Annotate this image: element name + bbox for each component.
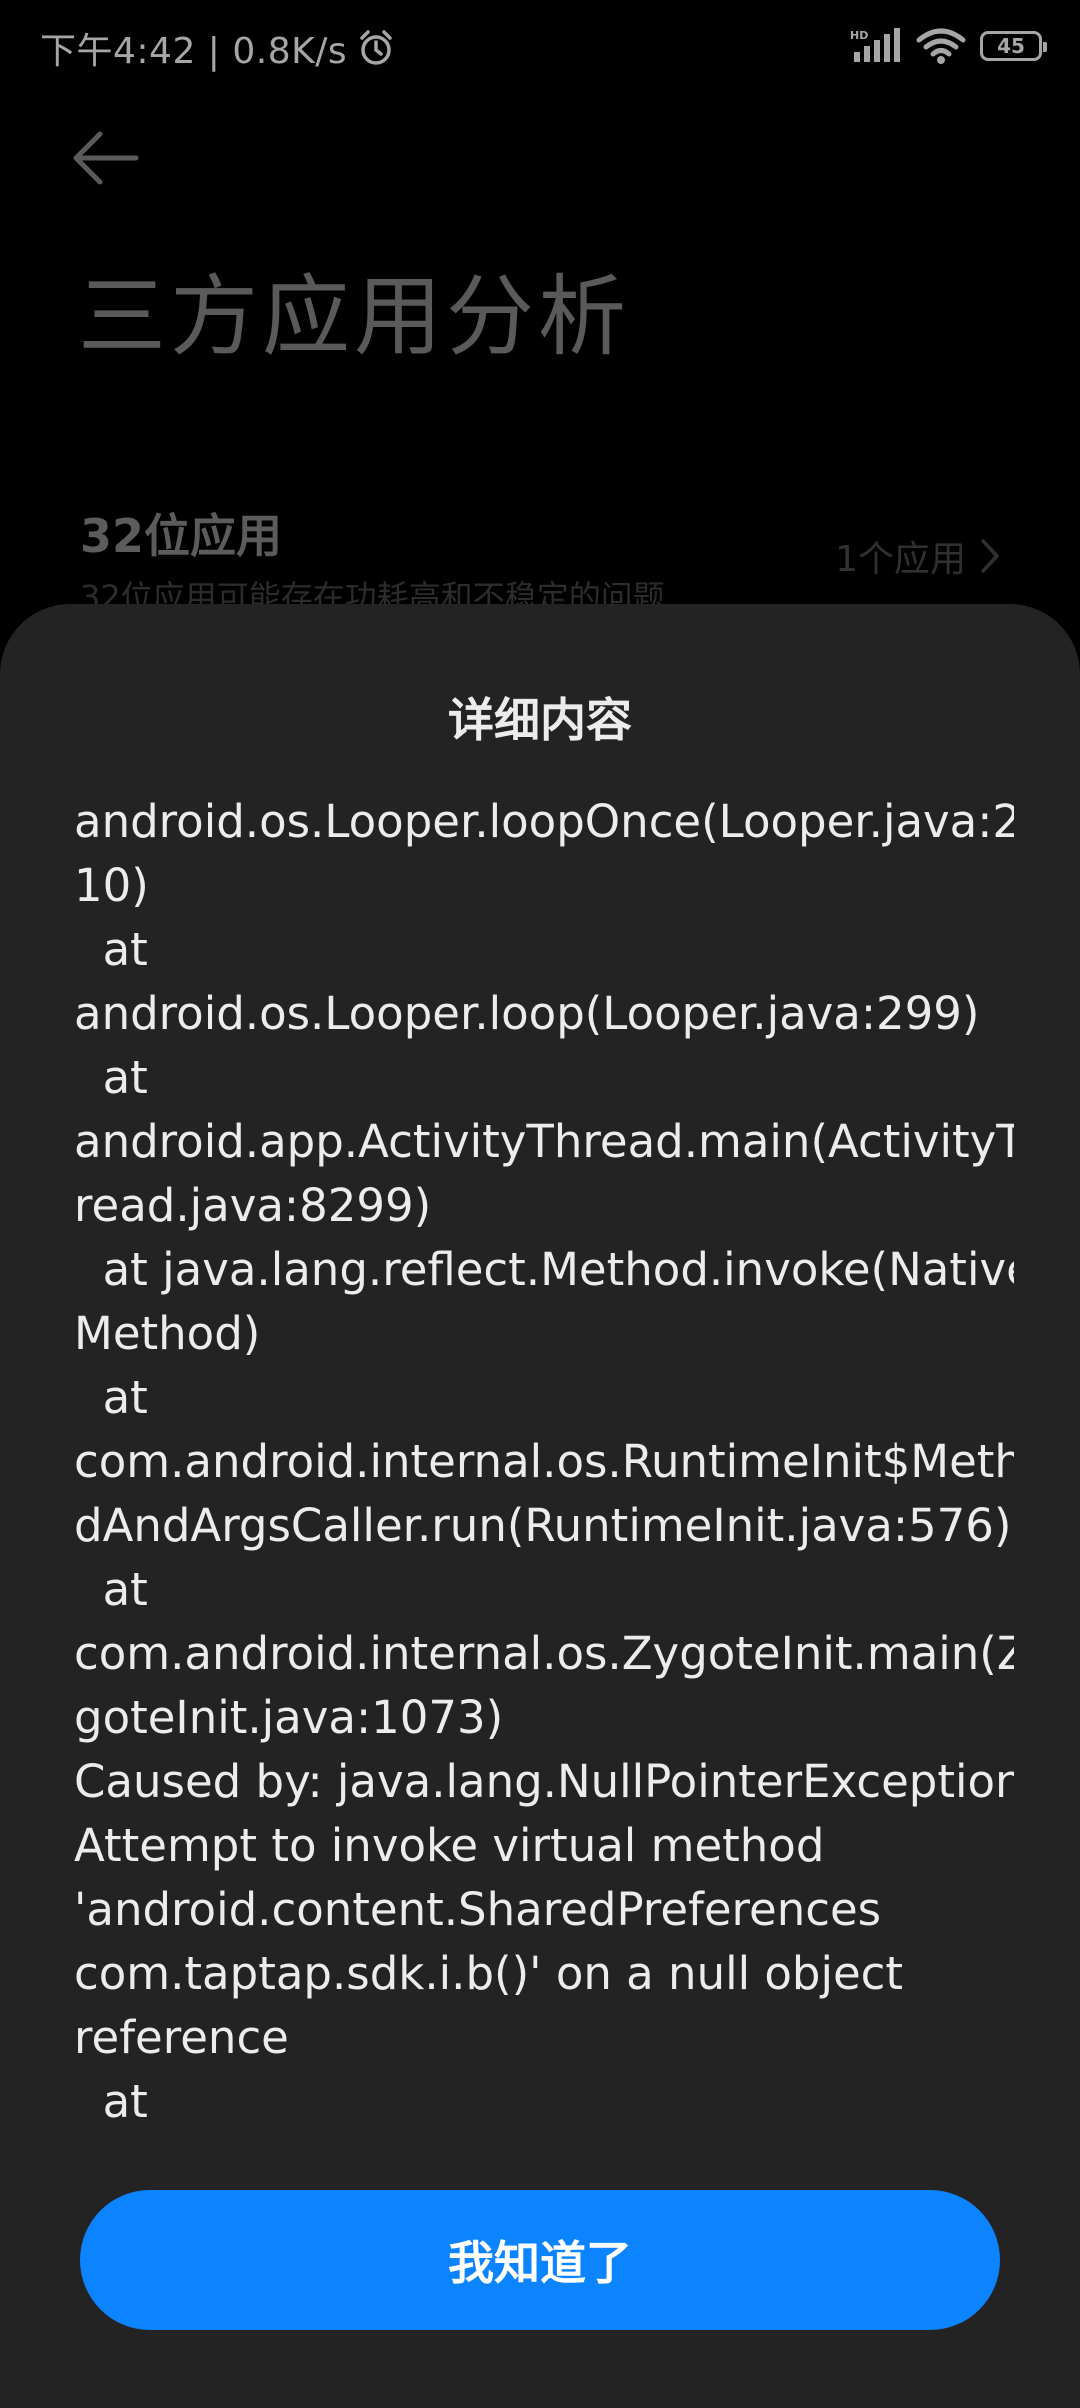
dialog-title: 详细内容: [448, 693, 632, 747]
log-line: android.os.Looper.loopOnce(Looper.java:2: [74, 795, 1014, 848]
log-line: goteInit.java:1073): [74, 1691, 504, 1744]
log-line: Attempt to invoke virtual method: [74, 1819, 825, 1872]
log-line: at: [74, 2075, 148, 2128]
log-line: at: [74, 923, 148, 976]
confirm-button[interactable]: 我知道了: [80, 2190, 1000, 2330]
dialog-log-content[interactable]: android.os.Looper.loopOnce(Looper.java:2…: [74, 790, 1014, 2130]
log-line: android.app.ActivityThread.main(Activity…: [74, 1115, 1014, 1168]
log-line: com.android.internal.os.RuntimeInit$Meth…: [74, 1435, 1014, 1488]
log-line: Method): [74, 1307, 261, 1360]
log-line: read.java:8299): [74, 1179, 432, 1232]
log-line: at: [74, 1051, 148, 1104]
log-line: at: [74, 1563, 148, 1616]
log-line: android.os.Looper.loop(Looper.java:299): [74, 987, 980, 1040]
log-line: reference: [74, 2011, 289, 2064]
log-line: at java.lang.reflect.Method.invoke(Nativ…: [74, 1243, 1014, 1296]
log-line: at: [74, 1371, 148, 1424]
log-line: com.android.internal.os.ZygoteInit.main(…: [74, 1627, 1014, 1680]
details-dialog: 详细内容 android.os.Looper.loopOnce(Looper.j…: [0, 604, 1080, 2408]
log-line: 10): [74, 859, 149, 912]
log-line: dAndArgsCaller.run(RuntimeInit.java:576): [74, 1499, 1012, 1552]
log-line: com.taptap.sdk.i.b()' on a null object: [74, 1947, 904, 2000]
log-line: Caused by: java.lang.NullPointerExceptio…: [74, 1755, 1014, 1808]
log-line: 'android.content.SharedPreferences: [74, 1883, 882, 1936]
